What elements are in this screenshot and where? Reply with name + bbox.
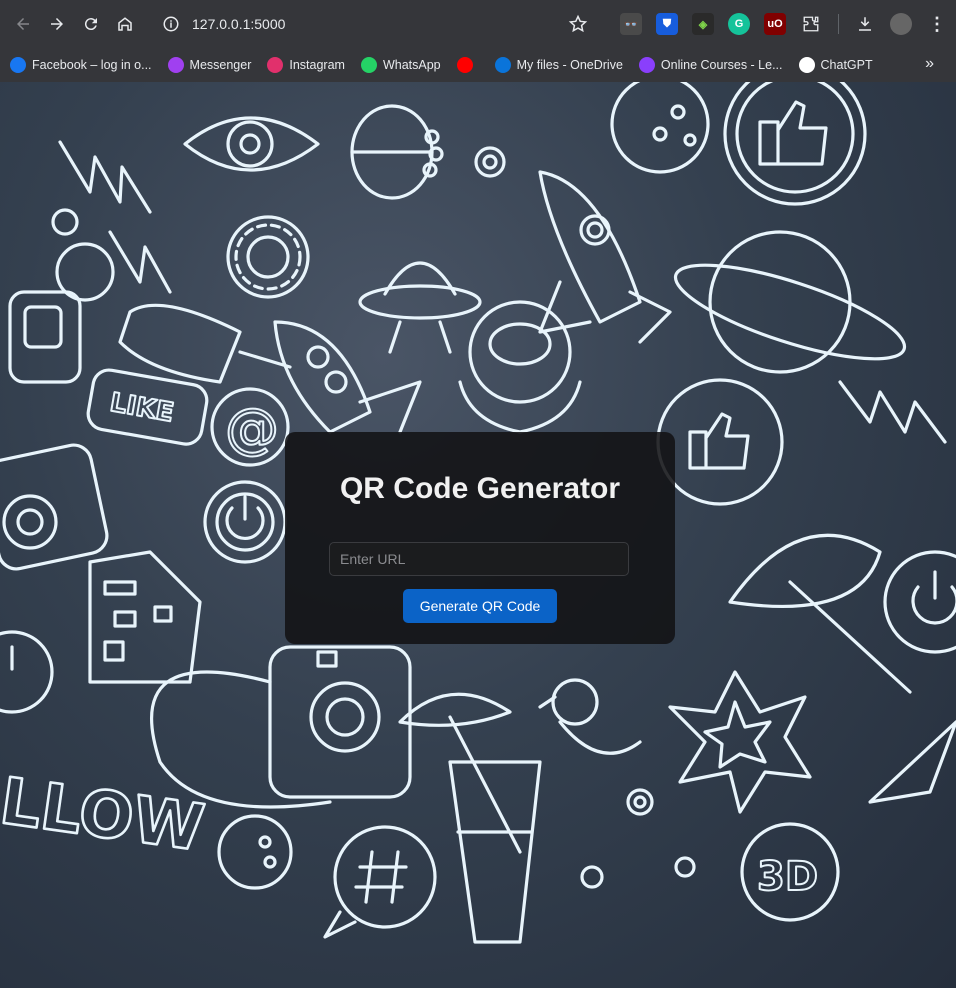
- bookmark-item[interactable]: Messenger: [162, 52, 258, 78]
- extensions-puzzle-icon[interactable]: [800, 13, 822, 35]
- moon-doodle-icon: [217, 814, 293, 890]
- satellite-doodle-icon: [350, 104, 444, 200]
- eye-doodle-icon: [183, 116, 320, 172]
- like-circle-doodle-icon: [656, 378, 784, 506]
- power-left-doodle-icon: [0, 630, 54, 714]
- instagram-icon: [267, 57, 284, 73]
- building-doodle-icon: [88, 550, 202, 684]
- camera-doodle-icon: [268, 645, 412, 799]
- 3d-badge-doodle-icon: 3D: [740, 822, 840, 922]
- bitwarden-icon[interactable]: ⛊: [656, 13, 678, 35]
- menu-kebab-icon[interactable]: ⋮: [926, 13, 948, 35]
- camera-left-doodle-icon: [0, 443, 109, 571]
- ufo-doodle-icon: [358, 261, 482, 354]
- browser-toolbar: 127.0.0.1:5000 👓 ⛊ ◈ G uO ⋮: [0, 0, 956, 48]
- bookmarks-bar: Facebook – log in o... Messenger Instagram…: [0, 48, 956, 83]
- bookmark-item[interactable]: Online Courses - Le...: [633, 52, 789, 78]
- bookmark-label: Messenger: [189, 58, 252, 72]
- bookmark-item[interactable]: WhatsApp: [355, 52, 447, 78]
- like-thumb-doodle-icon: [723, 82, 867, 206]
- more-bookmarks-icon[interactable]: »: [925, 55, 934, 73]
- extension-colorful-icon[interactable]: ◈: [692, 13, 714, 35]
- planet-doodle-icon: [673, 230, 907, 374]
- facebook-icon: [10, 57, 26, 73]
- messenger-icon: [167, 57, 184, 73]
- back-arrow-icon[interactable]: [6, 7, 40, 41]
- bun-doodle-icon: [458, 300, 582, 434]
- home-icon[interactable]: [108, 7, 142, 41]
- rocket-small-doodle-icon: [273, 320, 422, 434]
- bookmark-item[interactable]: [451, 52, 485, 78]
- whatsapp-icon: [360, 57, 377, 73]
- qr-generator-card: QR Code Generator Generate QR Code: [285, 432, 675, 644]
- onedrive-icon: [494, 57, 511, 73]
- astronaut-doodle-icon: [8, 242, 115, 384]
- power-right-doodle-icon: [883, 550, 956, 654]
- grammarly-icon[interactable]: G: [728, 13, 750, 35]
- site-info-icon[interactable]: [162, 15, 180, 33]
- www-right-doodle-icon: [838, 380, 947, 444]
- bookmark-label: Instagram: [289, 58, 345, 72]
- url-text: 127.0.0.1:5000: [192, 16, 286, 32]
- power-doodle-icon: [203, 480, 287, 564]
- reload-icon[interactable]: [74, 7, 108, 41]
- youtube-icon: [456, 57, 473, 73]
- url-input[interactable]: [329, 542, 629, 576]
- bookmark-item[interactable]: Instagram: [261, 52, 351, 78]
- svg-text:3D: 3D: [757, 854, 818, 900]
- profile-avatar[interactable]: [890, 13, 912, 35]
- bookmark-item[interactable]: My files - OneDrive: [489, 52, 629, 78]
- extension-glasses-icon[interactable]: 👓: [620, 13, 642, 35]
- bookmark-label: WhatsApp: [382, 58, 441, 72]
- svg-text:@: @: [225, 397, 279, 460]
- svg-text:LIKE: LIKE: [108, 388, 176, 429]
- chatgpt-icon: [798, 57, 815, 73]
- bookmark-label: My files - OneDrive: [516, 58, 623, 72]
- cord-doodle-icon: [150, 670, 332, 809]
- popsicle-doodle-icon: [118, 303, 292, 384]
- starburst-doodle-icon: [668, 670, 812, 814]
- toolbar-divider: [838, 14, 839, 34]
- bookmark-item[interactable]: Facebook – log in o...: [4, 52, 158, 78]
- bookmark-label: Facebook – log in o...: [32, 58, 152, 72]
- bookmark-label: Online Courses - Le...: [660, 58, 783, 72]
- page-title: QR Code Generator: [339, 472, 621, 505]
- page-content: LIKE @ LLOW 3D QR Code Generator Enter U…: [0, 82, 956, 988]
- generate-qr-button[interactable]: Generate QR Code: [403, 589, 557, 623]
- donut-doodle-icon: [226, 215, 310, 299]
- address-bar[interactable]: 127.0.0.1:5000: [150, 8, 610, 40]
- bookmark-label: ChatGPT: [820, 58, 873, 72]
- like-badge-doodle-icon: LIKE: [86, 368, 209, 446]
- paper-plane-doodle-icon: [868, 720, 956, 804]
- umbrella-doodle-icon: [728, 533, 912, 694]
- cookie-doodle-icon: [610, 82, 710, 174]
- bookmark-star-icon[interactable]: [568, 14, 588, 34]
- download-icon[interactable]: [854, 13, 876, 35]
- bookmark-item[interactable]: ChatGPT: [793, 52, 879, 78]
- at-sign-doodle-icon: @: [210, 387, 290, 467]
- drink-umbrella-doodle-icon: [398, 692, 542, 944]
- ublock-icon[interactable]: uO: [764, 13, 786, 35]
- hashtag-bubble-doodle-icon: [323, 825, 437, 939]
- bird-doodle-icon: [538, 678, 642, 755]
- udemy-icon: [638, 57, 655, 73]
- rocket-doodle-icon: [538, 170, 672, 344]
- forward-arrow-icon[interactable]: [40, 7, 74, 41]
